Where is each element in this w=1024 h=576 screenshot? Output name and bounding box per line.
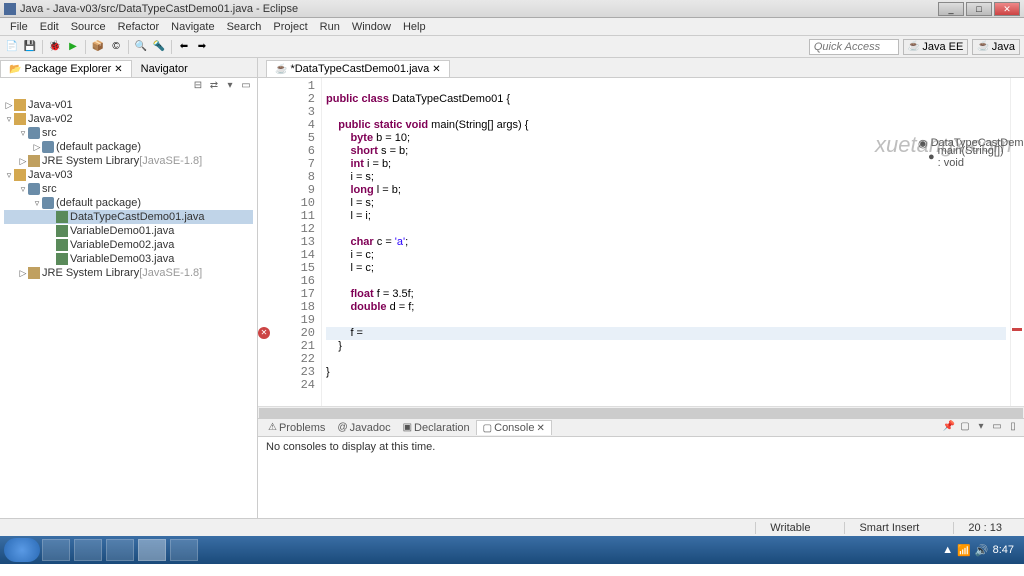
perspective-java[interactable]: ☕ Java (972, 39, 1020, 55)
taskbar-eclipse-icon[interactable] (138, 539, 166, 561)
taskbar-app-icon[interactable] (74, 539, 102, 561)
debug-icon[interactable]: 🐞 (47, 39, 63, 55)
minimize-panel-icon[interactable]: ▭ (239, 80, 253, 94)
tab-problems[interactable]: ⚠ Problems (262, 421, 331, 435)
bottom-panel: ⚠ Problems @ Javadoc ▣ Declaration ▢ Con… (258, 418, 1024, 518)
menu-source[interactable]: Source (65, 21, 112, 33)
quick-access-area: ☕ Java EE ☕ Java (809, 39, 1020, 55)
tree-item[interactable]: ▿Java-v03 (4, 168, 253, 182)
tray-flag-icon[interactable]: ▲ (942, 544, 953, 556)
tab-console[interactable]: ▢ Console ✕ (476, 420, 552, 435)
tree-item[interactable]: ▿Java-v02 (4, 112, 253, 126)
menu-search[interactable]: Search (221, 21, 268, 33)
menu-navigate[interactable]: Navigate (165, 21, 220, 33)
outline-method[interactable]: ● main(String[]) : void (918, 150, 1008, 164)
menu-bar: FileEditSourceRefactorNavigateSearchProj… (0, 18, 1024, 36)
tree-item[interactable]: ▿src (4, 182, 253, 196)
editor-panel: ☕ *DataTypeCastDemo01.java ✕ ✕ 123456789… (258, 58, 1024, 518)
save-icon[interactable]: 💾 (22, 39, 38, 55)
back-icon[interactable]: ⬅ (176, 39, 192, 55)
view-menu-icon[interactable]: ▾ (223, 80, 237, 94)
console-content: No consoles to display at this time. (258, 437, 1024, 518)
open-type-icon[interactable]: 🔍 (133, 39, 149, 55)
code-text-area[interactable]: public class DataTypeCastDemo01 { public… (322, 78, 1010, 406)
tree-item[interactable]: VariableDemo02.java (4, 238, 253, 252)
tray-network-icon[interactable]: 📶 (957, 544, 971, 557)
tree-item[interactable]: ▷JRE System Library [JavaSE-1.8] (4, 154, 253, 168)
editor-area[interactable]: ✕ 12345678910111213141516171819202122232… (258, 78, 1024, 406)
outline-overlay: ◉ DataTypeCastDemo01 ● main(String[]) : … (918, 136, 1008, 164)
collapse-all-icon[interactable]: ⊟ (191, 80, 205, 94)
perspective-javaee[interactable]: ☕ Java EE (903, 39, 968, 55)
package-explorer-panel: 📂 Package Explorer ✕ Navigator ⊟ ⇄ ▾ ▭ ▷… (0, 58, 258, 518)
window-controls: _ □ ✕ (938, 2, 1020, 16)
minimize-button[interactable]: _ (938, 2, 964, 16)
tree-item[interactable]: ▿src (4, 126, 253, 140)
status-cursor-position: 20 : 13 (953, 522, 1016, 534)
run-icon[interactable]: ▶ (65, 39, 81, 55)
display-console-icon[interactable]: ▢ (958, 421, 972, 435)
new-class-icon[interactable]: © (108, 39, 124, 55)
tab-navigator[interactable]: Navigator (132, 60, 197, 77)
close-button[interactable]: ✕ (994, 2, 1020, 16)
app-icon (4, 3, 16, 15)
menu-help[interactable]: Help (397, 21, 432, 33)
taskbar-app3-icon[interactable] (170, 539, 198, 561)
menu-project[interactable]: Project (267, 21, 313, 33)
menu-file[interactable]: File (4, 21, 34, 33)
overview-error-mark[interactable] (1012, 328, 1022, 331)
tab-javadoc[interactable]: @ Javadoc (331, 421, 396, 435)
tab-declaration[interactable]: ▣ Declaration (397, 421, 476, 435)
status-bar: Writable Smart Insert 20 : 13 (0, 518, 1024, 536)
tab-package-explorer[interactable]: 📂 Package Explorer ✕ (0, 60, 132, 77)
error-marker-icon[interactable]: ✕ (258, 327, 270, 339)
tree-item[interactable]: ▷JRE System Library [JavaSE-1.8] (4, 266, 253, 280)
new-package-icon[interactable]: 📦 (90, 39, 106, 55)
status-insert-mode: Smart Insert (844, 522, 933, 534)
menu-run[interactable]: Run (314, 21, 346, 33)
status-writable: Writable (755, 522, 824, 534)
system-tray[interactable]: ▲ 📶 🔊 8:47 (942, 544, 1020, 557)
menu-window[interactable]: Window (346, 21, 397, 33)
editor-horizontal-scrollbar[interactable] (258, 406, 1024, 418)
tree-item[interactable]: ▷(default package) (4, 140, 253, 154)
open-console-icon[interactable]: ▾ (974, 421, 988, 435)
tree-item[interactable]: ▷Java-v01 (4, 98, 253, 112)
start-button[interactable] (4, 538, 40, 562)
editor-tab-active[interactable]: ☕ *DataTypeCastDemo01.java ✕ (266, 60, 450, 77)
marker-bar: ✕ (258, 78, 272, 406)
menu-refactor[interactable]: Refactor (112, 21, 166, 33)
new-icon[interactable]: 📄 (4, 39, 20, 55)
tray-clock[interactable]: 8:47 (993, 544, 1014, 556)
taskbar-app2-icon[interactable] (106, 539, 134, 561)
tree-item[interactable]: ▿(default package) (4, 196, 253, 210)
tray-volume-icon[interactable]: 🔊 (975, 544, 989, 557)
main-workspace: 📂 Package Explorer ✕ Navigator ⊟ ⇄ ▾ ▭ ▷… (0, 58, 1024, 518)
line-number-gutter: 123456789101112131415161718192021222324 (272, 78, 322, 406)
project-tree: ▷Java-v01▿Java-v02▿src▷(default package)… (0, 96, 257, 518)
overview-ruler[interactable] (1010, 78, 1024, 406)
search-icon[interactable]: 🔦 (151, 39, 167, 55)
console-max-icon[interactable]: ▯ (1006, 421, 1020, 435)
forward-icon[interactable]: ➡ (194, 39, 210, 55)
window-title-bar: Java - Java-v03/src/DataTypeCastDemo01.j… (0, 0, 1024, 18)
maximize-button[interactable]: □ (966, 2, 992, 16)
main-toolbar: 📄 💾 🐞 ▶ 📦 © 🔍 🔦 ⬅ ➡ ☕ Java EE ☕ Java (0, 36, 1024, 58)
tree-item[interactable]: VariableDemo03.java (4, 252, 253, 266)
pin-console-icon[interactable]: 📌 (942, 421, 956, 435)
tree-item[interactable]: VariableDemo01.java (4, 224, 253, 238)
quick-access-input[interactable] (809, 39, 899, 55)
taskbar-explorer-icon[interactable] (42, 539, 70, 561)
windows-taskbar: ▲ 📶 🔊 8:47 (0, 536, 1024, 564)
link-editor-icon[interactable]: ⇄ (207, 80, 221, 94)
menu-edit[interactable]: Edit (34, 21, 65, 33)
window-title: Java - Java-v03/src/DataTypeCastDemo01.j… (20, 3, 938, 15)
console-min-icon[interactable]: ▭ (990, 421, 1004, 435)
tree-item[interactable]: DataTypeCastDemo01.java (4, 210, 253, 224)
